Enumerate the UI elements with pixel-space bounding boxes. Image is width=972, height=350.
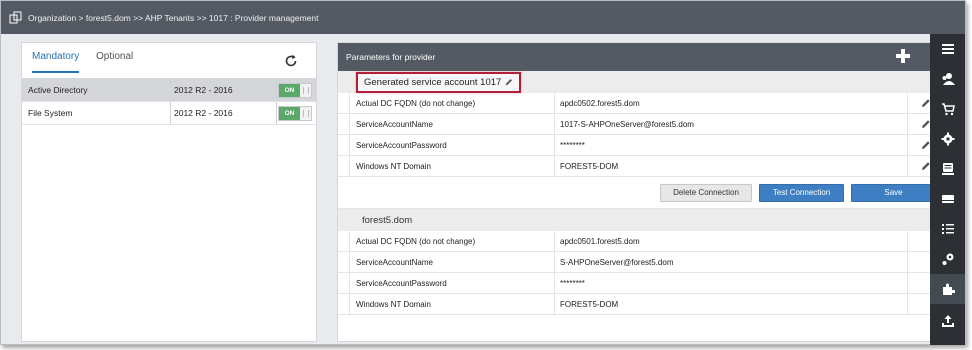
toggle-grip [303, 87, 309, 94]
parameter-value: S-AHPOneServer@forest5.dom [560, 258, 674, 267]
parameters-header: Parameters for provider [338, 43, 930, 71]
row-gutter [338, 294, 350, 314]
column-divider [554, 273, 555, 293]
top-bar: Organization > forest5.dom >> AHP Tenant… [1, 1, 965, 34]
refresh-icon[interactable] [284, 54, 298, 68]
column-divider [276, 79, 277, 101]
parameter-row: Windows NT Domain FOREST5-DOM [338, 156, 930, 177]
card-icon[interactable] [930, 184, 965, 214]
tab-optional[interactable]: Optional [96, 51, 133, 71]
column-divider [554, 231, 555, 251]
column-divider [554, 294, 555, 314]
tab-mandatory[interactable]: Mandatory [32, 51, 80, 73]
checklist-icon[interactable] [930, 214, 965, 244]
column-divider [554, 156, 555, 176]
column-divider [554, 114, 555, 134]
column-divider [907, 273, 908, 293]
row-gutter [338, 135, 350, 155]
connection-section-header: forest5.dom [338, 209, 930, 231]
provider-version: 2012 R2 - 2016 [174, 85, 233, 95]
parameter-row: ServiceAccountName 1017-S-AHPOneServer@f… [338, 114, 930, 135]
provider-toggle[interactable]: ON [278, 106, 312, 121]
row-gutter [338, 273, 350, 293]
provider-toggle[interactable]: ON [278, 83, 312, 98]
row-gutter [338, 93, 350, 113]
parameters-title: Parameters for provider [346, 52, 436, 62]
column-divider [907, 294, 908, 314]
parameter-row: Actual DC FQDN (do not change) apdc0502.… [338, 93, 930, 114]
parameter-value: ******** [560, 141, 585, 150]
delete-connection-button[interactable]: Delete Connection [660, 184, 752, 202]
column-divider [907, 156, 908, 176]
users-icon[interactable] [930, 64, 965, 94]
provider-name: Active Directory [28, 85, 88, 95]
add-icon[interactable] [896, 49, 910, 63]
column-divider [907, 135, 908, 155]
parameter-row: ServiceAccountName S-AHPOneServer@forest… [338, 252, 930, 273]
row-gutter [338, 252, 350, 272]
organization-home-icon[interactable] [8, 11, 22, 25]
parameter-key: Actual DC FQDN (do not change) [356, 99, 476, 108]
provider-name: File System [28, 108, 73, 118]
connection-actions: Delete Connection Test Connection Save [338, 177, 930, 209]
connection-title: Generated service account 1017 [364, 76, 502, 88]
provider-version: 2012 R2 - 2016 [174, 108, 233, 118]
toggle-grip [303, 110, 309, 117]
column-divider [554, 252, 555, 272]
settings-cog-icon[interactable] [930, 244, 965, 274]
test-connection-button[interactable]: Test Connection [759, 184, 844, 202]
parameter-row: ServiceAccountPassword ******** [338, 135, 930, 156]
upload-icon[interactable] [930, 306, 965, 336]
gear-icon[interactable] [930, 124, 965, 154]
list-icon[interactable] [930, 34, 965, 64]
breadcrumb[interactable]: Organization > forest5.dom >> AHP Tenant… [28, 13, 319, 23]
parameter-value: FOREST5-DOM [560, 162, 619, 171]
row-gutter [338, 156, 350, 176]
parameter-key: ServiceAccountName [356, 258, 433, 267]
cart-icon[interactable] [930, 94, 965, 124]
column-divider [170, 102, 171, 124]
puzzle-icon[interactable] [930, 274, 965, 304]
row-gutter [338, 114, 350, 134]
column-divider [907, 93, 908, 113]
column-divider [276, 102, 277, 124]
parameter-value: ******** [560, 279, 585, 288]
parameter-value: apdc0501.forest5.dom [560, 237, 640, 246]
connection-title-highlight[interactable]: Generated service account 1017 [356, 71, 522, 93]
parameter-key: ServiceAccountPassword [356, 279, 447, 288]
monitor-icon[interactable] [930, 154, 965, 184]
column-divider [554, 93, 555, 113]
toggle-on-label: ON [279, 107, 300, 120]
column-divider [907, 231, 908, 251]
parameter-value: 1017-S-AHPOneServer@forest5.dom [560, 120, 694, 129]
parameter-row: ServiceAccountPassword ******** [338, 273, 930, 294]
provider-list-panel: Mandatory Optional Active Directory 2012… [21, 42, 317, 342]
parameter-key: Windows NT Domain [356, 300, 431, 309]
provider-row-file-system[interactable]: File System 2012 R2 - 2016 ON [22, 102, 316, 125]
connection-section-header: Generated service account 1017 [338, 71, 930, 93]
column-divider [907, 114, 908, 134]
app-window: Organization > forest5.dom >> AHP Tenant… [0, 0, 966, 345]
parameter-key: Windows NT Domain [356, 162, 431, 171]
parameter-row: Actual DC FQDN (do not change) apdc0501.… [338, 231, 930, 252]
connection-title[interactable]: forest5.dom [362, 215, 412, 226]
provider-tabs: Mandatory Optional [22, 43, 316, 79]
parameter-value: FOREST5-DOM [560, 300, 619, 309]
parameter-value: apdc0502.forest5.dom [560, 99, 640, 108]
parameter-key: ServiceAccountName [356, 120, 433, 129]
row-gutter [338, 231, 350, 251]
edit-pencil-icon[interactable] [505, 78, 513, 86]
parameter-key: ServiceAccountPassword [356, 141, 447, 150]
parameter-key: Actual DC FQDN (do not change) [356, 237, 476, 246]
column-divider [170, 79, 171, 101]
side-toolbar [930, 34, 965, 345]
toggle-on-label: ON [279, 84, 300, 97]
provider-row-active-directory[interactable]: Active Directory 2012 R2 - 2016 ON [22, 79, 316, 102]
column-divider [554, 135, 555, 155]
parameter-row: Windows NT Domain FOREST5-DOM [338, 294, 930, 315]
save-button[interactable]: Save [851, 184, 930, 202]
column-divider [907, 252, 908, 272]
parameters-panel: Parameters for provider Generated servic… [337, 42, 931, 342]
